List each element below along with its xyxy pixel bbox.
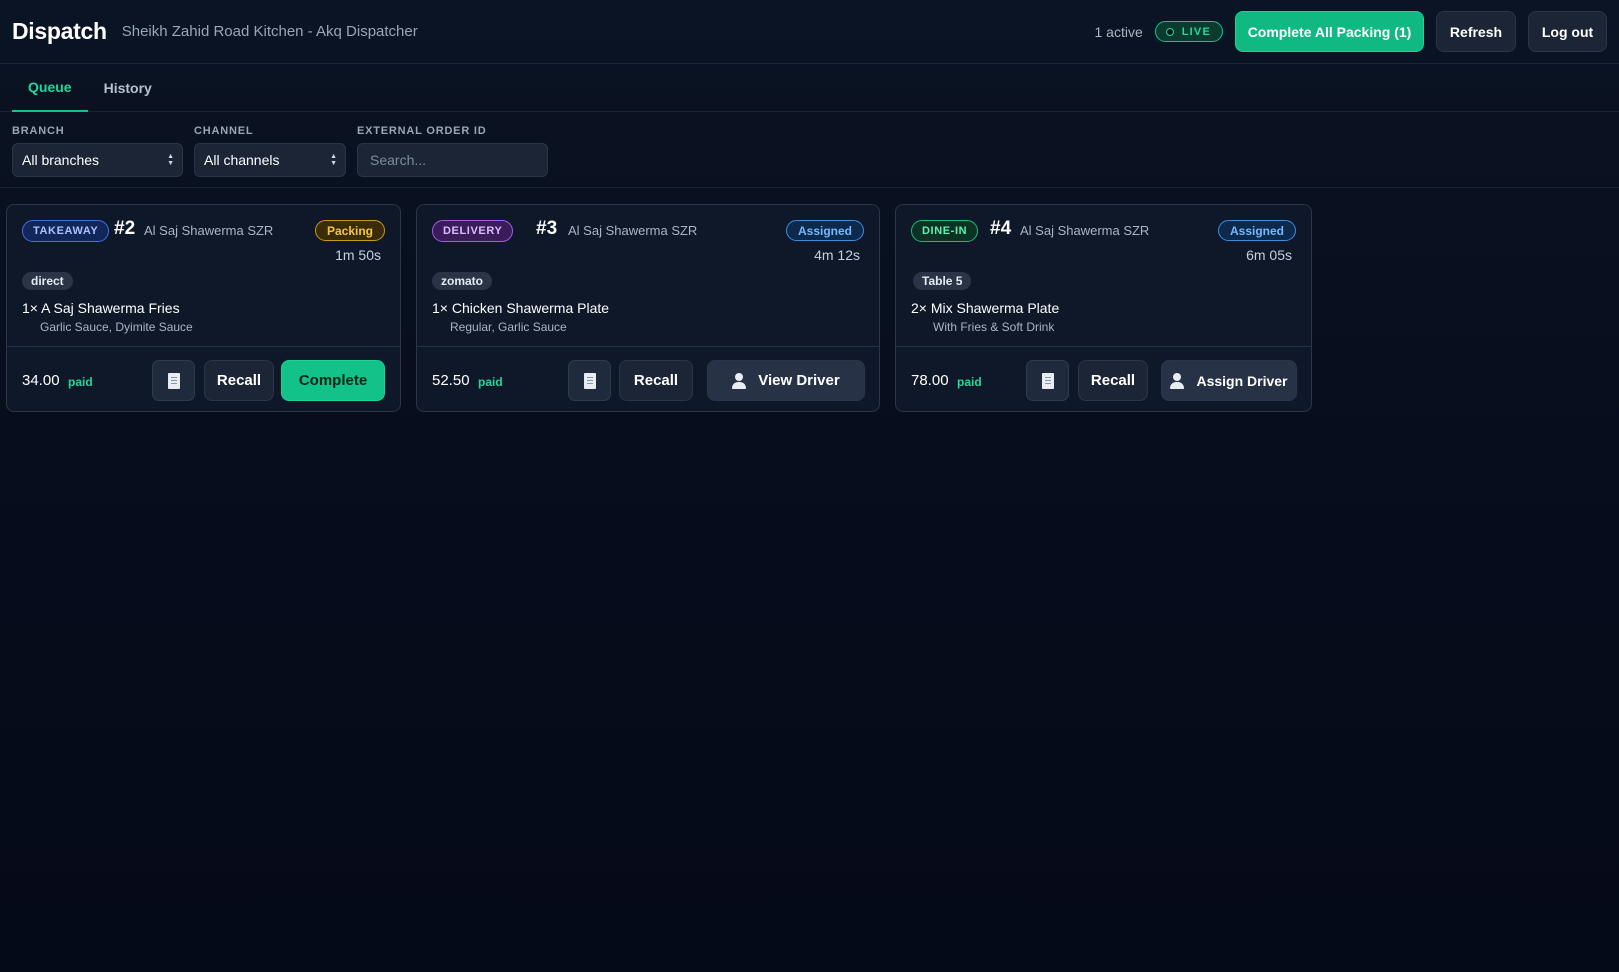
order-branch: Al Saj Shawerma SZR bbox=[568, 223, 698, 238]
order-branch: Al Saj Shawerma SZR bbox=[1020, 223, 1150, 238]
order-timer: 1m 50s bbox=[335, 247, 381, 263]
order-channel-tag: direct bbox=[22, 272, 73, 290]
order-item: 2× Mix Shawerma Plate bbox=[911, 300, 1060, 316]
select-arrows-icon: ▲ ▼ bbox=[330, 153, 337, 167]
order-item: 1× A Saj Shawerma Fries bbox=[22, 300, 180, 316]
complete-all-packing-button[interactable]: Complete All Packing (1) bbox=[1235, 11, 1424, 52]
order-item-modifiers: Regular, Garlic Sauce bbox=[450, 320, 567, 334]
external-order-filter: EXTERNAL ORDER ID bbox=[357, 125, 548, 187]
receipt-icon bbox=[583, 372, 596, 389]
order-table-tag: Table 5 bbox=[913, 272, 972, 290]
order-card: DELIVERY #3 Al Saj Shawerma SZR Assigned… bbox=[416, 204, 880, 412]
order-channel-tag: zomato bbox=[432, 272, 492, 290]
order-item-modifiers: With Fries & Soft Drink bbox=[933, 320, 1055, 334]
order-number: #4 bbox=[990, 218, 1012, 239]
channel-filter: CHANNEL All channels ▲ ▼ bbox=[194, 125, 346, 187]
order-price: 78.00 bbox=[911, 372, 949, 389]
order-status-badge: Assigned bbox=[785, 220, 864, 241]
order-card: TAKEAWAY #2 Al Saj Shawerma SZR Packing … bbox=[6, 204, 401, 412]
order-item: 1× Chicken Shawerma Plate bbox=[432, 300, 610, 316]
order-number: #2 bbox=[114, 218, 136, 239]
tab-queue[interactable]: Queue bbox=[12, 64, 88, 112]
channel-select-value: All channels bbox=[204, 152, 280, 168]
assign-driver-label: Assign Driver bbox=[1196, 372, 1288, 389]
branch-select[interactable]: All branches ▲ ▼ bbox=[12, 143, 183, 177]
payment-status: paid bbox=[68, 375, 93, 389]
order-number: #3 bbox=[536, 218, 558, 239]
print-receipt-button[interactable] bbox=[568, 360, 611, 401]
order-price: 34.00 bbox=[22, 372, 60, 389]
external-order-search-input[interactable] bbox=[357, 143, 548, 177]
order-item-modifiers: Garlic Sauce, Dyimite Sauce bbox=[40, 320, 193, 334]
view-driver-button[interactable]: View Driver bbox=[707, 360, 865, 401]
select-arrows-icon: ▲ ▼ bbox=[167, 153, 174, 167]
assign-driver-button[interactable]: Assign Driver bbox=[1161, 360, 1297, 401]
tab-bar: Queue History bbox=[0, 64, 1619, 112]
order-status-badge: Packing bbox=[314, 220, 385, 241]
order-branch: Al Saj Shawerma SZR bbox=[144, 223, 274, 238]
tab-history[interactable]: History bbox=[88, 64, 168, 112]
channel-filter-label: CHANNEL bbox=[194, 125, 254, 137]
driver-icon bbox=[732, 372, 747, 389]
recall-button[interactable]: Recall bbox=[1078, 360, 1148, 401]
branch-filter: BRANCH All branches ▲ ▼ bbox=[12, 125, 183, 187]
active-count: 1 active bbox=[1094, 23, 1143, 40]
app-header: Dispatch Sheikh Zahid Road Kitchen - Akq… bbox=[0, 0, 1619, 64]
app-title: Dispatch bbox=[12, 18, 107, 44]
payment-status: paid bbox=[478, 375, 503, 389]
branch-select-value: All branches bbox=[22, 152, 100, 168]
live-badge: LIVE bbox=[1154, 21, 1223, 42]
view-driver-label: View Driver bbox=[758, 372, 840, 389]
order-price: 52.50 bbox=[432, 372, 470, 389]
order-timer: 4m 12s bbox=[814, 247, 860, 263]
print-receipt-button[interactable] bbox=[1026, 360, 1069, 401]
branch-filter-label: BRANCH bbox=[12, 125, 65, 137]
complete-order-button[interactable]: Complete bbox=[281, 360, 385, 401]
logout-button[interactable]: Log out bbox=[1528, 11, 1607, 52]
order-card: DINE-IN #4 Al Saj Shawerma SZR Assigned … bbox=[895, 204, 1312, 412]
order-type-badge: DELIVERY bbox=[432, 220, 514, 242]
header-actions: 1 active LIVE Complete All Packing (1) R… bbox=[1094, 11, 1607, 52]
order-timer: 6m 05s bbox=[1246, 247, 1292, 263]
receipt-icon bbox=[1041, 372, 1054, 389]
live-dot-icon bbox=[1165, 27, 1174, 36]
order-type-badge: DINE-IN bbox=[911, 220, 979, 242]
refresh-button[interactable]: Refresh bbox=[1436, 11, 1516, 52]
receipt-icon bbox=[167, 372, 180, 389]
recall-button[interactable]: Recall bbox=[204, 360, 274, 401]
payment-status: paid bbox=[957, 375, 982, 389]
external-order-filter-label: EXTERNAL ORDER ID bbox=[357, 125, 487, 137]
print-receipt-button[interactable] bbox=[152, 360, 195, 401]
filter-bar: BRANCH All branches ▲ ▼ CHANNEL All chann… bbox=[0, 112, 1619, 188]
driver-icon bbox=[1170, 372, 1185, 389]
order-type-badge: TAKEAWAY bbox=[22, 220, 110, 242]
order-status-badge: Assigned bbox=[1217, 220, 1296, 241]
channel-select[interactable]: All channels ▲ ▼ bbox=[194, 143, 346, 177]
kitchen-subtitle: Sheikh Zahid Road Kitchen - Akq Dispatch… bbox=[121, 23, 418, 40]
recall-button[interactable]: Recall bbox=[619, 360, 693, 401]
live-label: LIVE bbox=[1181, 25, 1211, 38]
